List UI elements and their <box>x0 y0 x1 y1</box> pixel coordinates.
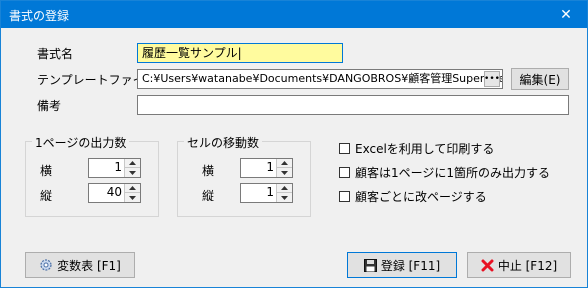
caret-up-icon <box>129 161 136 165</box>
spin-down-button[interactable] <box>277 193 292 202</box>
cell-vertical-value: 1 <box>266 185 274 199</box>
window-title: 書式の登録 <box>9 9 70 23</box>
cell-move-title: セルの移動数 <box>184 134 263 151</box>
caret-down-icon <box>281 170 288 175</box>
output-vertical-value: 40 <box>106 185 122 199</box>
spin-up-button[interactable] <box>125 159 140 168</box>
cell-horizontal-value: 1 <box>266 160 274 174</box>
variables-button[interactable]: 変数表 [F1] <box>25 252 135 278</box>
caret-down-icon <box>129 170 136 175</box>
browse-button[interactable]: ••• <box>484 71 500 87</box>
register-button-label: 登録 [F11] <box>380 258 441 273</box>
option-one-place-per-page[interactable]: 顧客は1ページに1箇所のみ出力する <box>339 164 550 181</box>
edit-button[interactable]: 編集(E) <box>511 68 569 90</box>
register-button[interactable]: 登録 [F11] <box>347 252 457 278</box>
option-label: Excelを利用して印刷する <box>355 142 495 156</box>
cancel-button[interactable]: 中止 [F12] <box>467 252 571 278</box>
spin-down-button[interactable] <box>125 168 140 177</box>
spin-up-button[interactable] <box>277 159 292 168</box>
caret-up-icon <box>281 161 288 165</box>
edit-button-label: 編集(E) <box>519 72 561 87</box>
spin-up-button[interactable] <box>277 184 292 193</box>
spinner-arrows <box>124 159 140 177</box>
caret-down-icon <box>281 195 288 200</box>
red-x-icon <box>481 259 494 271</box>
spinner-arrows <box>276 159 292 177</box>
memo-label: 備考 <box>37 99 62 113</box>
spinner-arrows <box>276 184 292 202</box>
option-label: 顧客ごとに改ページする <box>355 190 487 204</box>
spin-down-button[interactable] <box>277 168 292 177</box>
caret-down-icon <box>129 195 136 200</box>
checkbox[interactable] <box>339 167 350 178</box>
spin-up-button[interactable] <box>125 184 140 193</box>
output-horizontal-value: 1 <box>114 160 122 174</box>
checkbox[interactable] <box>339 191 350 202</box>
variables-button-label: 変数表 [F1] <box>57 258 121 273</box>
option-page-break-per-customer[interactable]: 顧客ごとに改ページする <box>339 188 487 205</box>
gear-icon <box>40 259 52 271</box>
template-path-text: C:¥Users¥watanabe¥Documents¥DANGOBROS¥顧客… <box>142 72 503 85</box>
output-vertical-label: 縦 <box>40 189 53 203</box>
floppy-disk-icon <box>363 258 377 272</box>
cell-horizontal-spinner[interactable]: 1 <box>240 158 293 178</box>
template-path-input[interactable]: C:¥Users¥watanabe¥Documents¥DANGOBROS¥顧客… <box>137 69 503 89</box>
close-icon: ✕ <box>560 6 572 23</box>
name-input[interactable]: 履歴一覧サンプル| <box>137 43 343 63</box>
dialog-window: 書式の登録 ✕ 書式名 履歴一覧サンプル| テンプレートファイル C:¥User… <box>0 0 588 288</box>
caret-up-icon <box>281 186 288 190</box>
title-bar: 書式の登録 ✕ <box>1 1 587 28</box>
output-count-group: 1ページの出力数 横 1 縦 40 <box>25 134 159 217</box>
output-count-title: 1ページの出力数 <box>32 134 130 151</box>
option-excel-print[interactable]: Excelを利用して印刷する <box>339 140 494 157</box>
cancel-button-label: 中止 [F12] <box>497 258 558 273</box>
checkbox[interactable] <box>339 143 350 154</box>
name-label: 書式名 <box>37 47 74 61</box>
cell-horizontal-label: 横 <box>202 164 215 178</box>
close-button[interactable]: ✕ <box>545 1 587 28</box>
output-horizontal-spinner[interactable]: 1 <box>88 158 141 178</box>
cell-move-group: セルの移動数 横 1 縦 1 <box>177 134 311 217</box>
memo-input[interactable] <box>137 95 569 115</box>
spin-down-button[interactable] <box>125 193 140 202</box>
cell-vertical-label: 縦 <box>202 189 215 203</box>
caret-up-icon <box>129 186 136 190</box>
output-horizontal-label: 横 <box>40 164 53 178</box>
option-label: 顧客は1ページに1箇所のみ出力する <box>355 166 551 180</box>
cell-vertical-spinner[interactable]: 1 <box>240 183 293 203</box>
ellipsis-icon: ••• <box>484 73 500 84</box>
output-vertical-spinner[interactable]: 40 <box>88 183 141 203</box>
spinner-arrows <box>124 184 140 202</box>
